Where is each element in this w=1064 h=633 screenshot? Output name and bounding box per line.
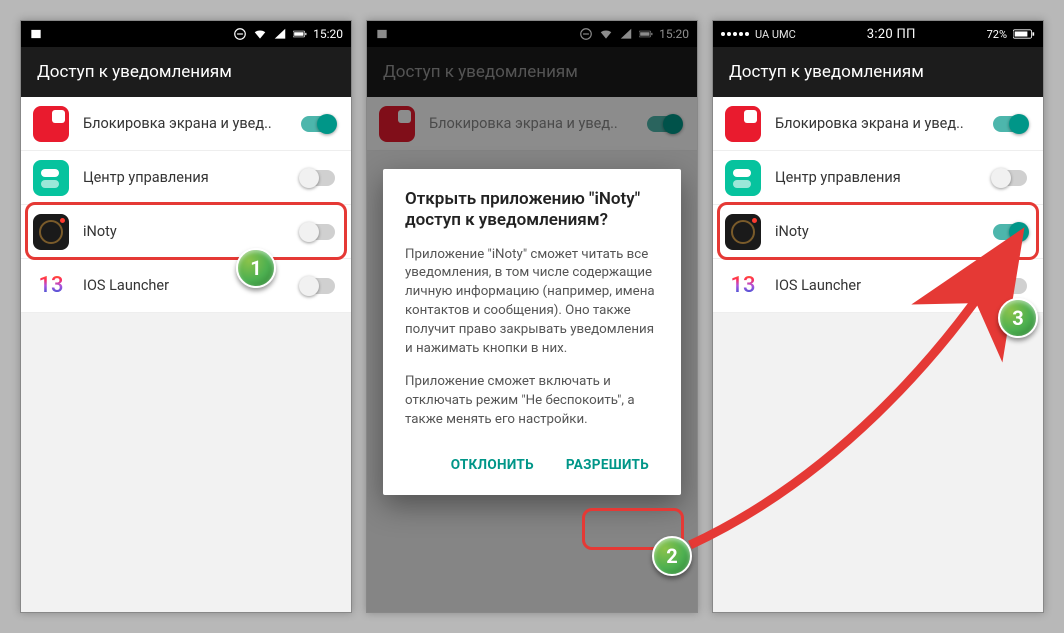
app-bar: Доступ к уведомлениям — [713, 47, 1043, 97]
list-item-label: iNoty — [83, 223, 301, 240]
carrier-label: UA UMC — [755, 28, 796, 41]
dnd-icon — [233, 27, 247, 41]
status-time: 3:20 ПП — [867, 27, 916, 42]
list-item[interactable]: 13 IOS Launcher — [713, 259, 1043, 313]
deny-button[interactable]: ОТКЛОНИТЬ — [441, 447, 544, 483]
list-item-label: Блокировка экрана и увед.. — [83, 115, 301, 132]
list-item[interactable]: Центр управления — [21, 151, 351, 205]
controlcenter-app-icon — [33, 160, 69, 196]
phone-screenshot-1: 15:20 Доступ к уведомлениям Блокировка э… — [20, 20, 352, 613]
phone-screenshot-3: UA UMC 3:20 ПП 72% Доступ к уведомлениям… — [712, 20, 1044, 613]
notification-access-list: Блокировка экрана и увед.. Центр управле… — [713, 97, 1043, 313]
step-badge-2: 2 — [652, 536, 692, 576]
toggle-switch[interactable] — [993, 170, 1027, 186]
ios-launcher-app-icon: 13 — [33, 268, 69, 304]
signal-dots-icon — [721, 32, 749, 36]
toggle-switch[interactable] — [301, 116, 335, 132]
list-item-inoty[interactable]: iNoty — [713, 205, 1043, 259]
dialog-paragraph: Приложение "iNoty" сможет читать все уве… — [405, 246, 659, 359]
dialog-body: Приложение "iNoty" сможет читать все уве… — [405, 246, 659, 430]
toggle-switch[interactable] — [993, 278, 1027, 294]
app-bar-title: Доступ к уведомлениям — [729, 62, 924, 82]
list-item[interactable]: Блокировка экрана и увед.. — [713, 97, 1043, 151]
toggle-switch[interactable] — [993, 116, 1027, 132]
lockscreen-app-icon — [33, 106, 69, 142]
picture-icon — [29, 27, 43, 41]
status-bar-ios: UA UMC 3:20 ПП 72% — [713, 21, 1043, 47]
cell-icon — [273, 27, 287, 41]
list-item-label: Блокировка экрана и увед.. — [775, 115, 993, 132]
toggle-switch[interactable] — [301, 278, 335, 294]
list-item[interactable]: Центр управления — [713, 151, 1043, 205]
status-time: 15:20 — [313, 27, 343, 41]
step-badge-1: 1 — [236, 248, 276, 288]
lockscreen-app-icon — [725, 106, 761, 142]
list-item-inoty[interactable]: iNoty — [21, 205, 351, 259]
battery-icon — [1013, 27, 1035, 41]
inoty-app-icon — [725, 214, 761, 250]
step-badge-3: 3 — [998, 298, 1038, 338]
controlcenter-app-icon — [725, 160, 761, 196]
app-bar: Доступ к уведомлениям — [21, 47, 351, 97]
wifi-icon — [253, 27, 267, 41]
inoty-app-icon — [33, 214, 69, 250]
list-item-label: IOS Launcher — [775, 277, 993, 294]
list-item-label: Центр управления — [775, 169, 993, 186]
toggle-switch[interactable] — [301, 170, 335, 186]
dialog-title: Открыть приложению "iNoty" доступ к увед… — [405, 189, 659, 232]
list-item[interactable]: 13 IOS Launcher — [21, 259, 351, 313]
battery-percent: 72% — [987, 28, 1007, 41]
toggle-switch[interactable] — [301, 224, 335, 240]
permission-dialog: Открыть приложению "iNoty" доступ к увед… — [383, 169, 681, 495]
status-bar: 15:20 — [21, 21, 351, 47]
list-item-label: iNoty — [775, 223, 993, 240]
phone-screenshot-2: 15:20 Доступ к уведомлениям Блокировка э… — [366, 20, 698, 613]
dialog-paragraph: Приложение сможет включать и отключать р… — [405, 373, 659, 430]
battery-icon — [293, 27, 307, 41]
allow-button[interactable]: РАЗРЕШИТЬ — [556, 447, 659, 483]
toggle-switch-on[interactable] — [993, 224, 1027, 240]
app-bar-title: Доступ к уведомлениям — [37, 62, 232, 82]
notification-access-list: Блокировка экрана и увед.. Центр управле… — [21, 97, 351, 313]
ios-launcher-app-icon: 13 — [725, 268, 761, 304]
list-item-label: Центр управления — [83, 169, 301, 186]
list-item[interactable]: Блокировка экрана и увед.. — [21, 97, 351, 151]
